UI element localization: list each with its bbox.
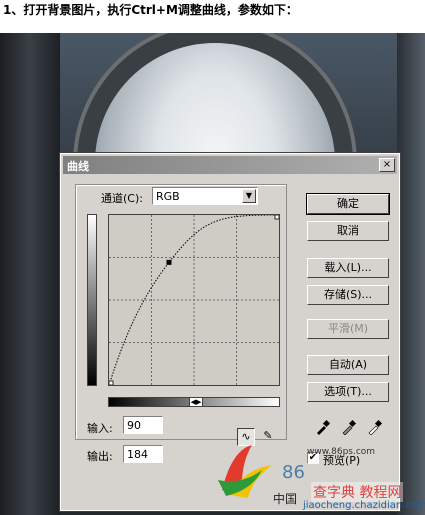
left-pillar <box>0 33 60 515</box>
save-button[interactable]: 存储(S)... <box>307 285 389 305</box>
output-gradient-bar <box>87 214 97 386</box>
curve-svg <box>108 214 280 386</box>
curve-control-point <box>166 259 172 265</box>
chevron-down-icon[interactable]: ▼ <box>242 189 256 203</box>
black-eyedropper-icon[interactable] <box>315 419 331 435</box>
channel-label: 通道(C): <box>101 192 143 205</box>
input-field[interactable]: 90 <box>123 416 163 434</box>
instruction-caption: 1、打开背景图片，执行Ctrl+M调整曲线，参数如下： <box>3 3 298 17</box>
channel-select[interactable]: RGB ▼ <box>152 187 258 205</box>
watermark-site: www.86ps.com <box>307 447 376 457</box>
output-field[interactable]: 184 <box>123 445 163 463</box>
watermark-number: 86 <box>282 462 305 483</box>
gradient-toggle-icon[interactable]: ◀▶ <box>189 397 203 407</box>
white-eyedropper-icon[interactable] <box>367 419 383 435</box>
right-pillar <box>397 33 425 515</box>
output-label: 输出: <box>87 450 113 463</box>
curve-endpoint-end <box>274 214 280 220</box>
watermark-url: jiaocheng.chazidian.com <box>303 500 425 511</box>
channel-value: RGB <box>156 190 180 203</box>
load-button[interactable]: 载入(L)... <box>307 258 389 278</box>
cancel-button[interactable]: 取消 <box>307 221 389 241</box>
input-gradient-bar: ◀▶ <box>108 397 280 407</box>
curve-graph[interactable] <box>108 214 280 386</box>
curve-endpoint-start <box>108 380 114 386</box>
gray-eyedropper-icon[interactable] <box>341 419 357 435</box>
smooth-button[interactable]: 平滑(M) <box>307 319 389 339</box>
dialog-titlebar[interactable]: 曲线 × <box>63 156 397 174</box>
site-logo-icon <box>218 445 272 498</box>
options-button[interactable]: 选项(T)... <box>307 382 389 402</box>
watermark-cn: 中国 <box>273 492 298 506</box>
ok-button[interactable]: 确定 <box>306 193 390 215</box>
watermark-brand: 查字典 教程网 <box>311 482 404 502</box>
dialog-title: 曲线 <box>67 160 89 173</box>
close-button[interactable]: × <box>379 158 395 172</box>
auto-button[interactable]: 自动(A) <box>307 355 389 375</box>
input-label: 输入: <box>87 422 113 435</box>
